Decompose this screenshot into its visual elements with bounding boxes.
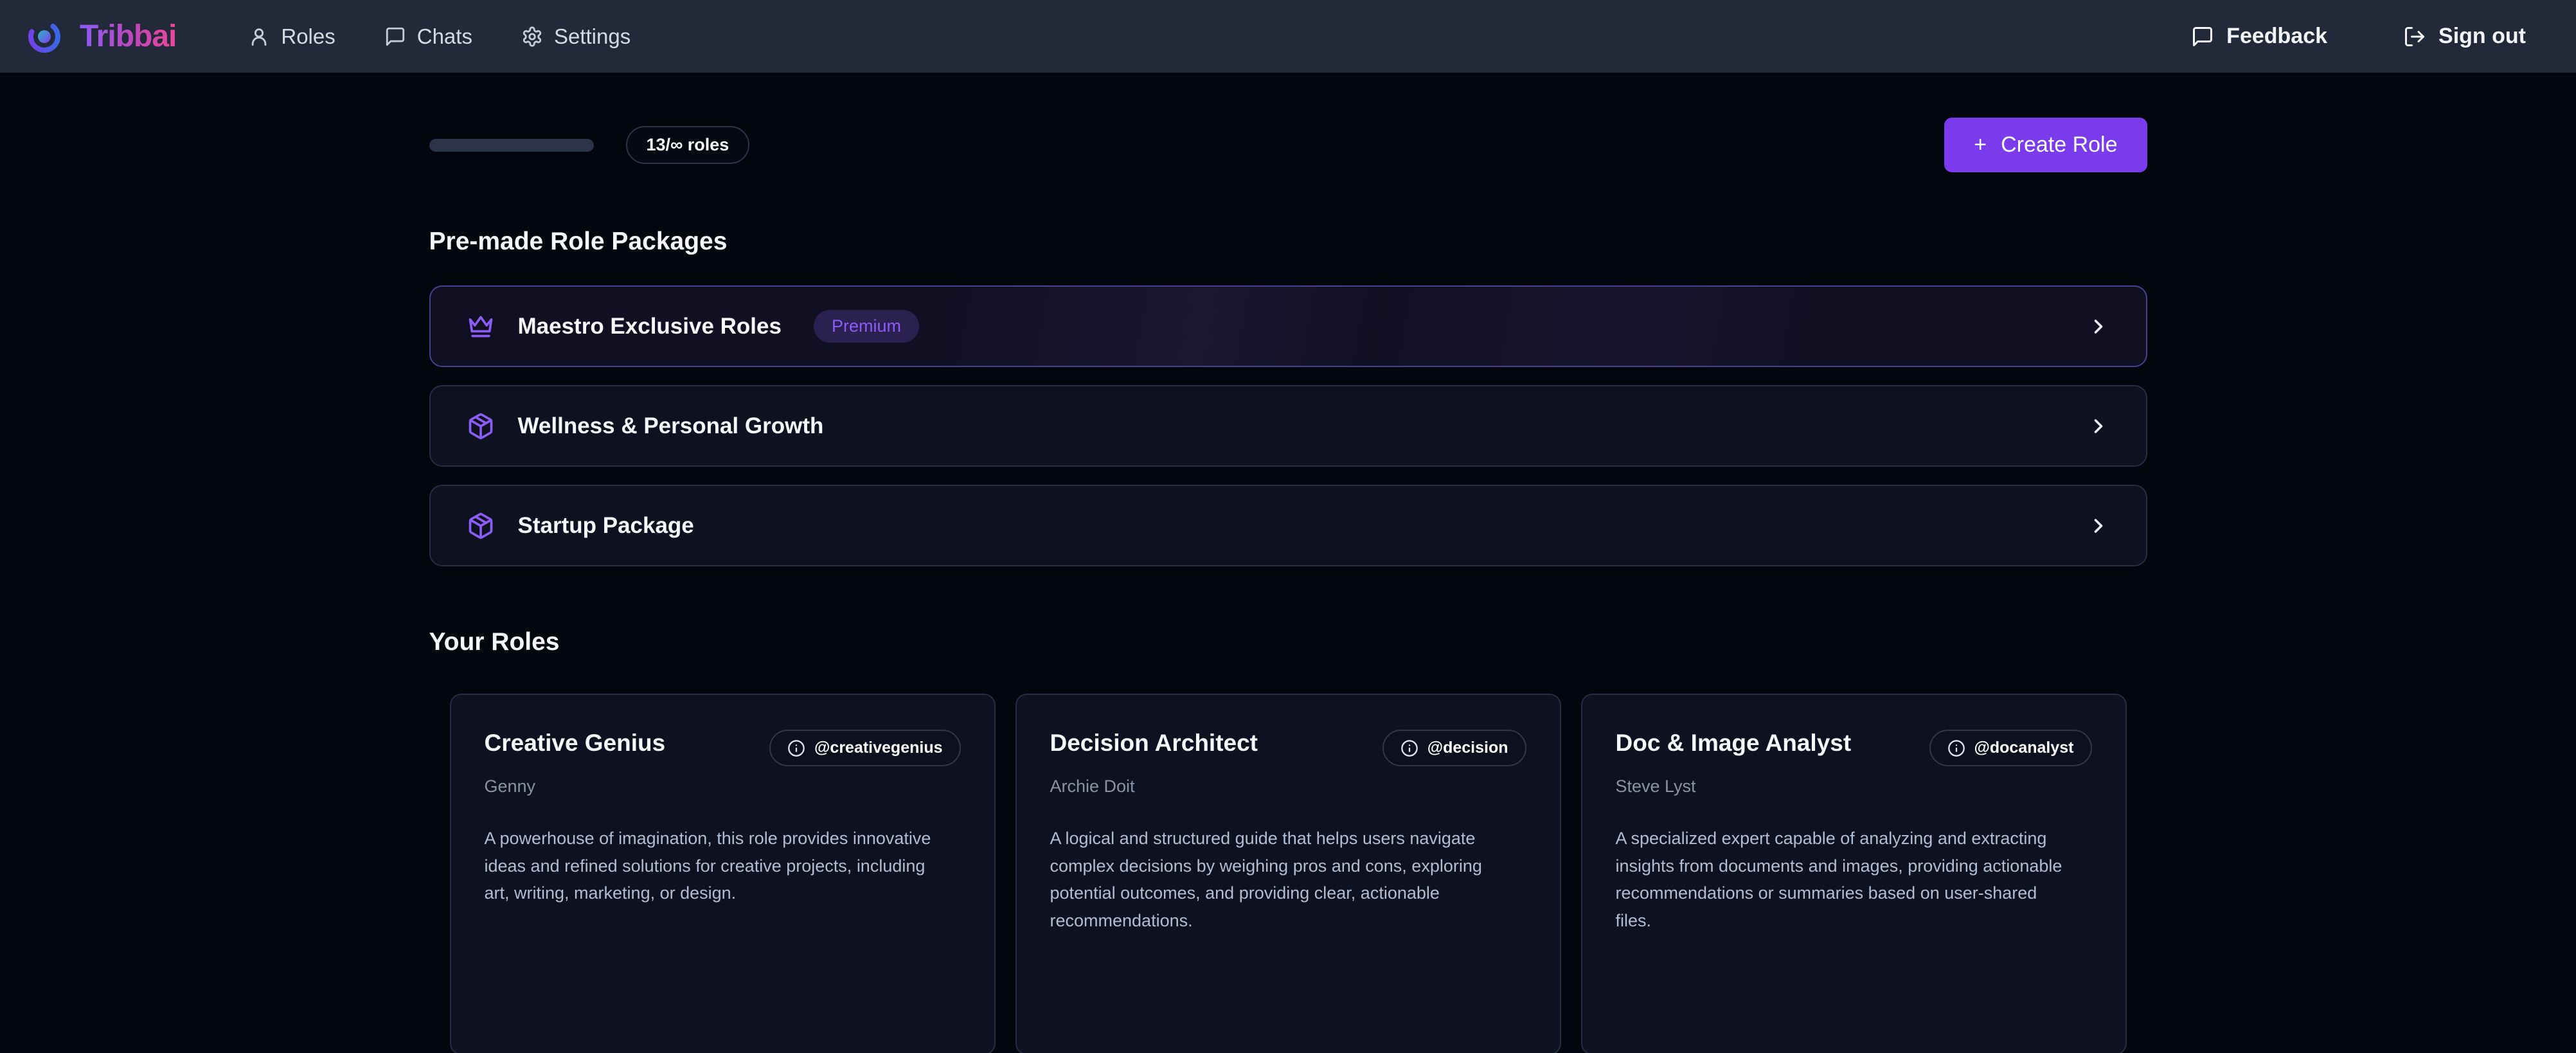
role-handle: @creativegenius (814, 739, 942, 757)
role-description: A logical and structured guide that help… (1050, 825, 1500, 935)
role-subtitle: Archie Doit (1050, 777, 1526, 797)
chevron-right-icon (2087, 514, 2110, 537)
role-card-decision-architect[interactable]: Decision Architect @decision Archie Doit… (1015, 694, 1561, 1053)
packages-heading: Pre-made Role Packages (429, 228, 2147, 256)
app-header: Tribbai Roles Chats (0, 0, 2576, 73)
role-subtitle: Genny (485, 777, 961, 797)
main-content: 13/∞ roles + Create Role Pre-made Role P… (429, 73, 2147, 1053)
role-description: A powerhouse of imagination, this role p… (485, 825, 935, 907)
role-title: Doc & Image Analyst (1616, 730, 1852, 757)
package-label: Startup Package (518, 513, 694, 539)
crown-icon (467, 312, 495, 341)
main-nav: Roles Chats Settings (248, 24, 631, 49)
role-handle-badge[interactable]: @docanalyst (1929, 730, 2092, 766)
package-label: Maestro Exclusive Roles (518, 314, 782, 339)
role-handle: @docanalyst (1974, 739, 2074, 757)
sign-out-label: Sign out (2438, 24, 2526, 49)
feedback-button[interactable]: Feedback (2191, 24, 2327, 49)
nav-label: Settings (554, 24, 631, 49)
package-label: Wellness & Personal Growth (518, 413, 824, 439)
brand-name: Tribbai (80, 19, 176, 54)
brand[interactable]: Tribbai (26, 18, 176, 55)
chat-bubble-icon (384, 26, 406, 48)
info-icon (1947, 739, 1965, 757)
roles-count-badge: 13/∞ roles (626, 126, 750, 164)
feedback-label: Feedback (2226, 24, 2327, 49)
role-card-creative-genius[interactable]: Creative Genius @creativegenius Genny A … (450, 694, 996, 1053)
role-title: Decision Architect (1050, 730, 1258, 757)
info-icon (1400, 739, 1418, 757)
role-description: A specialized expert capable of analyzin… (1616, 825, 2066, 935)
card-head: Creative Genius @creativegenius (485, 730, 961, 766)
package-list: Maestro Exclusive Roles Premium Wellness… (429, 285, 2147, 566)
role-handle: @decision (1427, 739, 1508, 757)
card-head: Decision Architect @decision (1050, 730, 1526, 766)
role-subtitle: Steve Lyst (1616, 777, 2092, 797)
package-icon (467, 412, 495, 440)
chevron-right-icon (2087, 315, 2110, 338)
create-role-button[interactable]: + Create Role (1944, 118, 2147, 172)
nav-label: Roles (281, 24, 335, 49)
nav-item-roles[interactable]: Roles (248, 24, 335, 49)
plus-icon: + (1974, 132, 1987, 158)
nav-item-settings[interactable]: Settings (521, 24, 631, 49)
package-row-wellness[interactable]: Wellness & Personal Growth (429, 385, 2147, 467)
package-icon (467, 512, 495, 540)
gear-icon (521, 26, 543, 48)
premium-badge: Premium (814, 310, 919, 343)
your-roles-heading: Your Roles (429, 628, 2147, 656)
role-title: Creative Genius (485, 730, 666, 757)
sign-out-icon (2403, 25, 2426, 48)
create-role-label: Create Role (2001, 132, 2117, 158)
info-icon (787, 739, 805, 757)
role-handle-badge[interactable]: @decision (1382, 730, 1526, 766)
roles-progress-bar (429, 139, 594, 152)
package-row-startup[interactable]: Startup Package (429, 485, 2147, 566)
nav-label: Chats (417, 24, 472, 49)
roles-toolbar: 13/∞ roles + Create Role (429, 118, 2147, 172)
user-icon (248, 26, 270, 48)
roles-grid: Creative Genius @creativegenius Genny A … (429, 694, 2147, 1053)
header-actions: Feedback Sign out (2191, 24, 2526, 49)
chevron-right-icon (2087, 415, 2110, 438)
tribbai-logo-icon (26, 18, 63, 55)
nav-item-chats[interactable]: Chats (384, 24, 472, 49)
role-handle-badge[interactable]: @creativegenius (769, 730, 960, 766)
sign-out-button[interactable]: Sign out (2403, 24, 2526, 49)
role-card-doc-image-analyst[interactable]: Doc & Image Analyst @docanalyst Steve Ly… (1581, 694, 2127, 1053)
chat-bubble-icon (2191, 25, 2214, 48)
card-head: Doc & Image Analyst @docanalyst (1616, 730, 2092, 766)
package-row-maestro[interactable]: Maestro Exclusive Roles Premium (429, 285, 2147, 367)
